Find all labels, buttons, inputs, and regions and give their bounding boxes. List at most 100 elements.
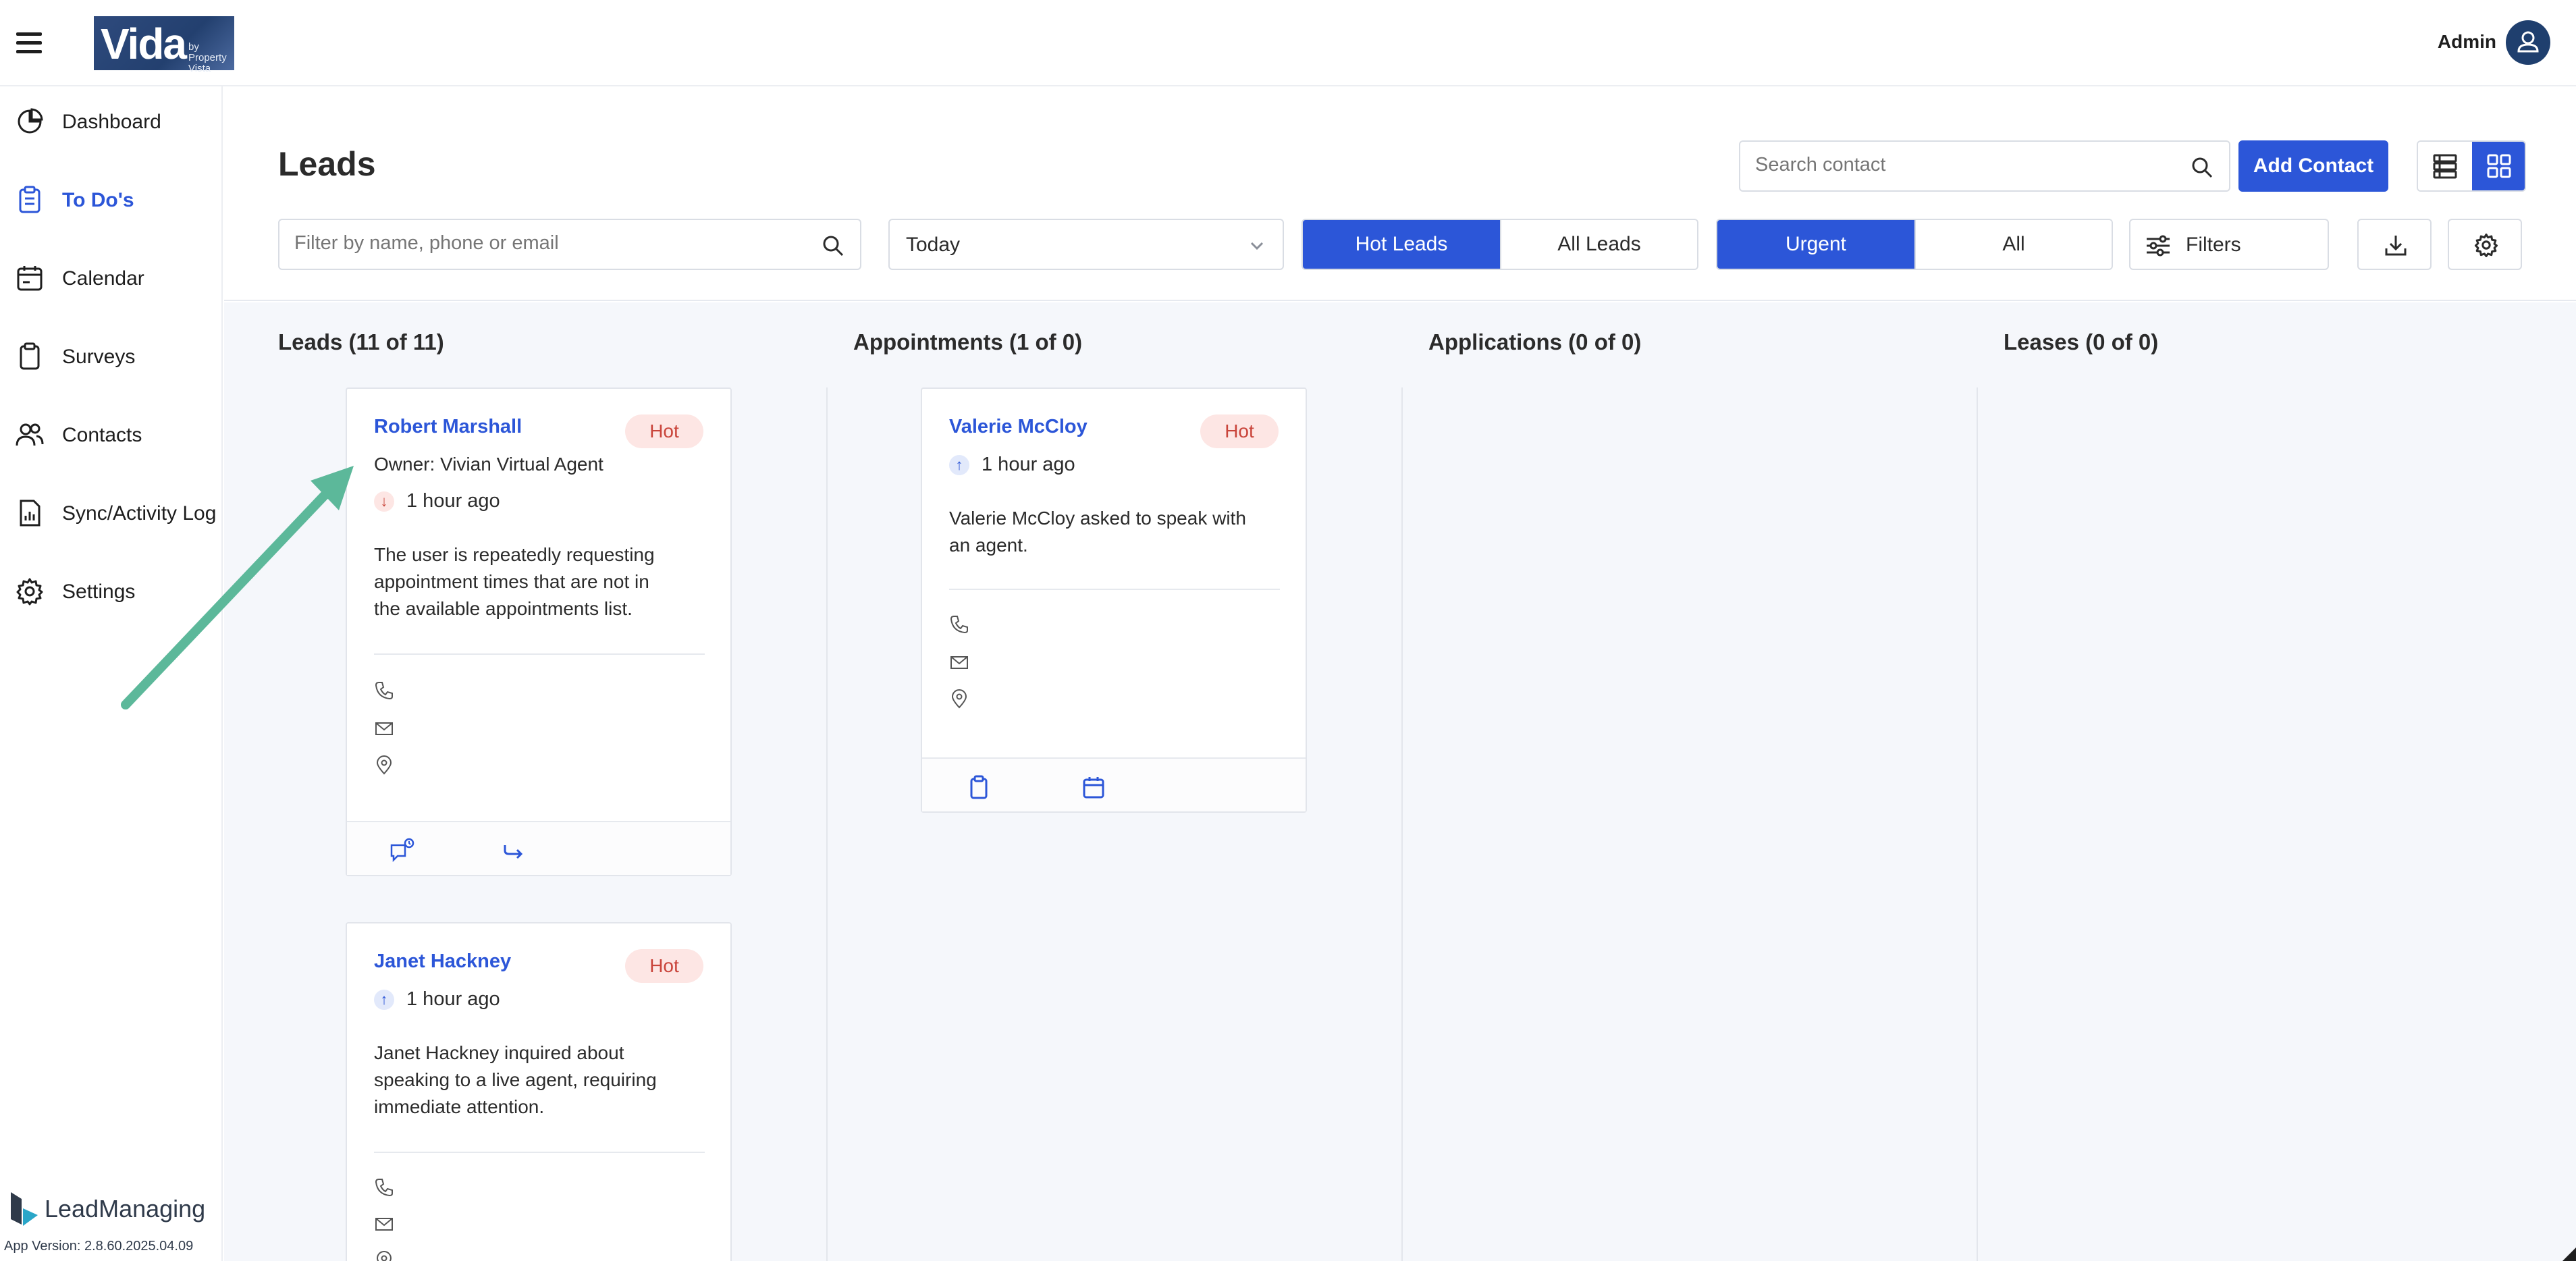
card-divider — [949, 589, 1280, 590]
location-pin-icon[interactable] — [374, 755, 394, 775]
settings-button[interactable] — [2448, 219, 2522, 270]
column-title-applications: Applications (0 of 0) — [1428, 329, 1642, 354]
filters-button[interactable]: Filters — [2129, 219, 2329, 270]
email-icon[interactable] — [949, 652, 969, 672]
lead-name-link[interactable]: Janet Hackney — [374, 950, 511, 973]
logo-subtext-line1: by Property — [188, 41, 227, 63]
vida-logo[interactable]: Vida by Property Vista — [94, 16, 234, 74]
lead-description-line: Janet Hackney inquired about — [374, 1042, 624, 1063]
gear-icon — [16, 578, 43, 606]
lead-time-text: 1 hour ago — [406, 988, 500, 1010]
date-range-value: Today — [906, 234, 961, 256]
report-icon — [20, 500, 41, 527]
date-range-select[interactable]: Today — [888, 219, 1284, 270]
phone-icon[interactable] — [949, 614, 969, 635]
download-button[interactable] — [2357, 219, 2432, 270]
card-divider — [374, 1152, 705, 1153]
clipboard-icon[interactable] — [965, 774, 992, 801]
lead-description: Valerie McCloy asked to speak with an ag… — [949, 505, 1246, 559]
avatar[interactable] — [2506, 20, 2550, 65]
card-divider — [374, 653, 705, 655]
view-toggle — [2417, 140, 2526, 192]
urgent-tab[interactable]: Urgent — [1717, 220, 1914, 269]
card-actions — [347, 821, 730, 875]
sidebar-item-label: Surveys — [62, 346, 136, 368]
search-icon[interactable] — [821, 234, 845, 258]
download-icon — [2385, 236, 2407, 256]
filter-input[interactable] — [294, 232, 807, 254]
lead-name-link[interactable]: Robert Marshall — [374, 416, 522, 438]
location-pin-icon[interactable] — [374, 1250, 394, 1261]
users-icon — [16, 423, 44, 446]
search-contact-box[interactable] — [1739, 140, 2230, 192]
arrow-up-icon: ↑ — [374, 990, 394, 1011]
column-divider — [1977, 387, 1978, 1261]
lead-time: ↑ 1 hour ago — [949, 454, 1075, 476]
search-input[interactable] — [1755, 154, 2133, 176]
column-title-leads: Leads (11 of 11) — [278, 329, 444, 354]
sidebar-item-label: Dashboard — [62, 111, 161, 133]
list-view-button[interactable] — [2418, 142, 2472, 190]
column-title-appointments: Appointments (1 of 0) — [853, 329, 1083, 354]
logo-subtext-line2: Vista — [188, 63, 211, 74]
sidebar-item-surveys[interactable]: Surveys — [0, 325, 223, 386]
forward-icon[interactable] — [500, 837, 527, 864]
lead-time: ↓ 1 hour ago — [374, 490, 500, 512]
lead-time-text: 1 hour ago — [982, 454, 1075, 475]
lead-description-line: immediate attention. — [374, 1096, 545, 1117]
add-contact-button[interactable]: Add Contact — [2238, 140, 2388, 192]
filter-box[interactable] — [278, 219, 861, 270]
lead-name-link[interactable]: Valerie McCloy — [949, 416, 1088, 438]
logo-subtext: by Property Vista — [188, 42, 234, 74]
brand-logo: LeadManaging — [8, 1189, 211, 1230]
lead-description-line: an agent. — [949, 535, 1028, 556]
arrow-up-icon: ↑ — [949, 455, 969, 476]
chat-schedule-icon[interactable] — [389, 837, 416, 864]
location-pin-icon[interactable] — [949, 689, 969, 709]
lead-description-line: Valerie McCloy asked to speak with — [949, 508, 1246, 529]
lead-description-line: The user is repeatedly requesting — [374, 544, 655, 565]
hot-badge: Hot — [625, 414, 703, 448]
email-icon[interactable] — [374, 1214, 394, 1234]
grid-view-button[interactable] — [2472, 142, 2525, 190]
calendar-icon — [17, 266, 43, 291]
page-title: Leads — [278, 145, 376, 183]
sidebar-item-dashboard[interactable]: Dashboard — [0, 90, 223, 151]
hot-leads-tab[interactable]: Hot Leads — [1303, 220, 1500, 269]
page-header: Leads Add Contact — [224, 88, 2576, 301]
clipboard-icon — [20, 342, 40, 370]
grid-view-icon — [2487, 154, 2511, 178]
sidebar-item-todos[interactable]: To Do's — [0, 169, 223, 230]
lead-type-toggle: Hot Leads All Leads — [1302, 219, 1698, 270]
priority-toggle: Urgent All — [1716, 219, 2113, 270]
kanban-board: Leads (11 of 11) Appointments (1 of 0) A… — [224, 302, 2576, 1261]
calendar-icon[interactable] — [1080, 774, 1107, 801]
sidebar-item-calendar[interactable]: Calendar — [0, 247, 223, 308]
brand-name: LeadManaging — [45, 1195, 206, 1223]
resize-corner-icon — [2562, 1247, 2576, 1261]
all-leads-tab[interactable]: All Leads — [1500, 220, 1697, 269]
menu-icon[interactable] — [16, 31, 42, 54]
lead-description: The user is repeatedly requesting appoin… — [374, 541, 655, 622]
search-icon[interactable] — [2190, 155, 2214, 180]
sidebar-item-label: Contacts — [62, 424, 142, 446]
column-title-leases: Leases (0 of 0) — [2004, 329, 2159, 354]
leadmanaging-logo-icon — [11, 1192, 38, 1226]
all-priority-tab[interactable]: All — [1914, 220, 2112, 269]
filters-label: Filters — [2186, 234, 2241, 256]
chevron-down-icon — [1250, 242, 1264, 250]
appointment-card-valerie-mccloy[interactable]: Valerie McCloy Hot ↑ 1 hour ago Valerie M… — [921, 387, 1307, 813]
lead-card-robert-marshall[interactable]: Robert Marshall Hot Owner: Vivian Virtua… — [346, 387, 732, 876]
user-name[interactable]: Admin — [2438, 31, 2496, 53]
list-view-icon — [2433, 154, 2457, 179]
lead-time: ↑ 1 hour ago — [374, 988, 500, 1011]
lead-description-line: speaking to a live agent, requiring — [374, 1069, 657, 1090]
phone-icon[interactable] — [374, 1177, 394, 1198]
sidebar-item-label: Calendar — [62, 267, 144, 290]
top-bar: Vida by Property Vista Admin — [0, 0, 2576, 86]
lead-card-janet-hackney[interactable]: Janet Hackney Hot ↑ 1 hour ago Janet Hack… — [346, 922, 732, 1261]
sidebar-item-label: To Do's — [62, 189, 134, 211]
lead-description: Janet Hackney inquired about speaking to… — [374, 1040, 657, 1121]
column-divider — [826, 387, 828, 1261]
lead-description-line: appointment times that are not in — [374, 571, 649, 592]
